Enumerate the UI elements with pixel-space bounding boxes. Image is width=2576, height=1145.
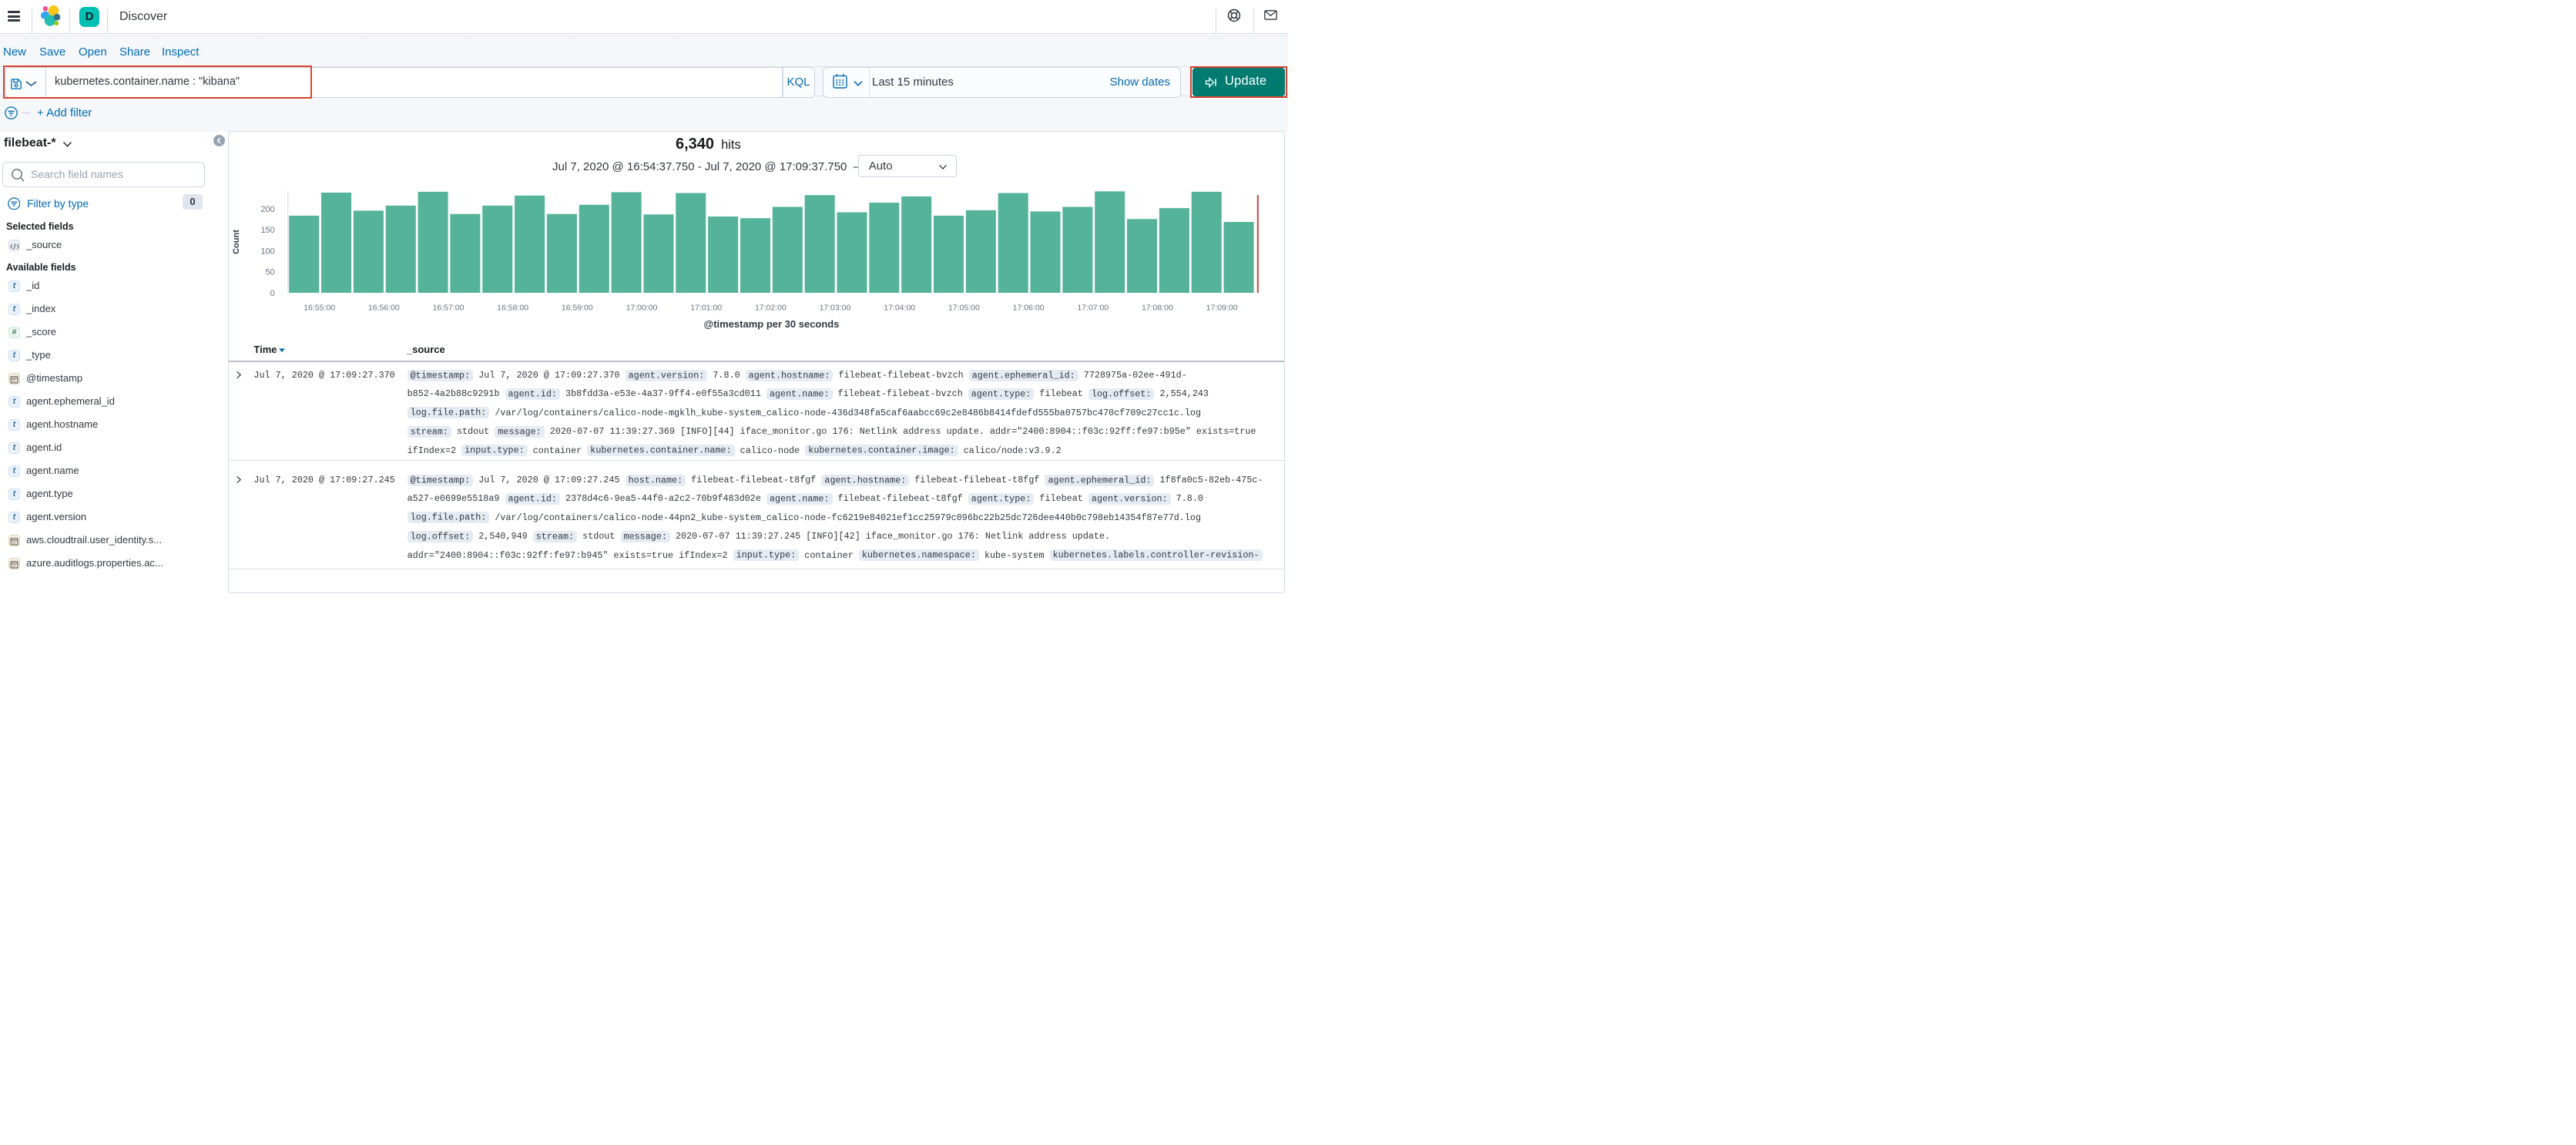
svg-text:17:01:00: 17:01:00 [690,304,722,313]
svg-text:17:07:00: 17:07:00 [1077,304,1109,313]
svg-text:16:58:00: 16:58:00 [497,304,528,313]
svg-text:16:56:00: 16:56:00 [368,304,400,313]
svg-text:16:55:00: 16:55:00 [304,304,335,313]
svg-text:16:57:00: 16:57:00 [433,304,465,313]
svg-text:0: 0 [270,289,275,298]
svg-text:17:06:00: 17:06:00 [1013,304,1045,313]
svg-text:50: 50 [266,268,275,277]
svg-text:17:04:00: 17:04:00 [884,304,915,313]
svg-text:Count: Count [232,230,241,254]
svg-text:17:09:00: 17:09:00 [1206,304,1238,313]
svg-text:200: 200 [260,205,274,214]
svg-text:17:02:00: 17:02:00 [755,304,787,313]
svg-text:17:03:00: 17:03:00 [820,304,851,313]
svg-text:17:05:00: 17:05:00 [948,304,980,313]
svg-text:16:59:00: 16:59:00 [562,304,593,313]
svg-text:@timestamp per 30 seconds: @timestamp per 30 seconds [704,318,840,330]
svg-text:17:00:00: 17:00:00 [626,304,658,313]
svg-text:17:08:00: 17:08:00 [1142,304,1173,313]
svg-text:100: 100 [260,247,274,256]
svg-text:150: 150 [260,226,274,235]
